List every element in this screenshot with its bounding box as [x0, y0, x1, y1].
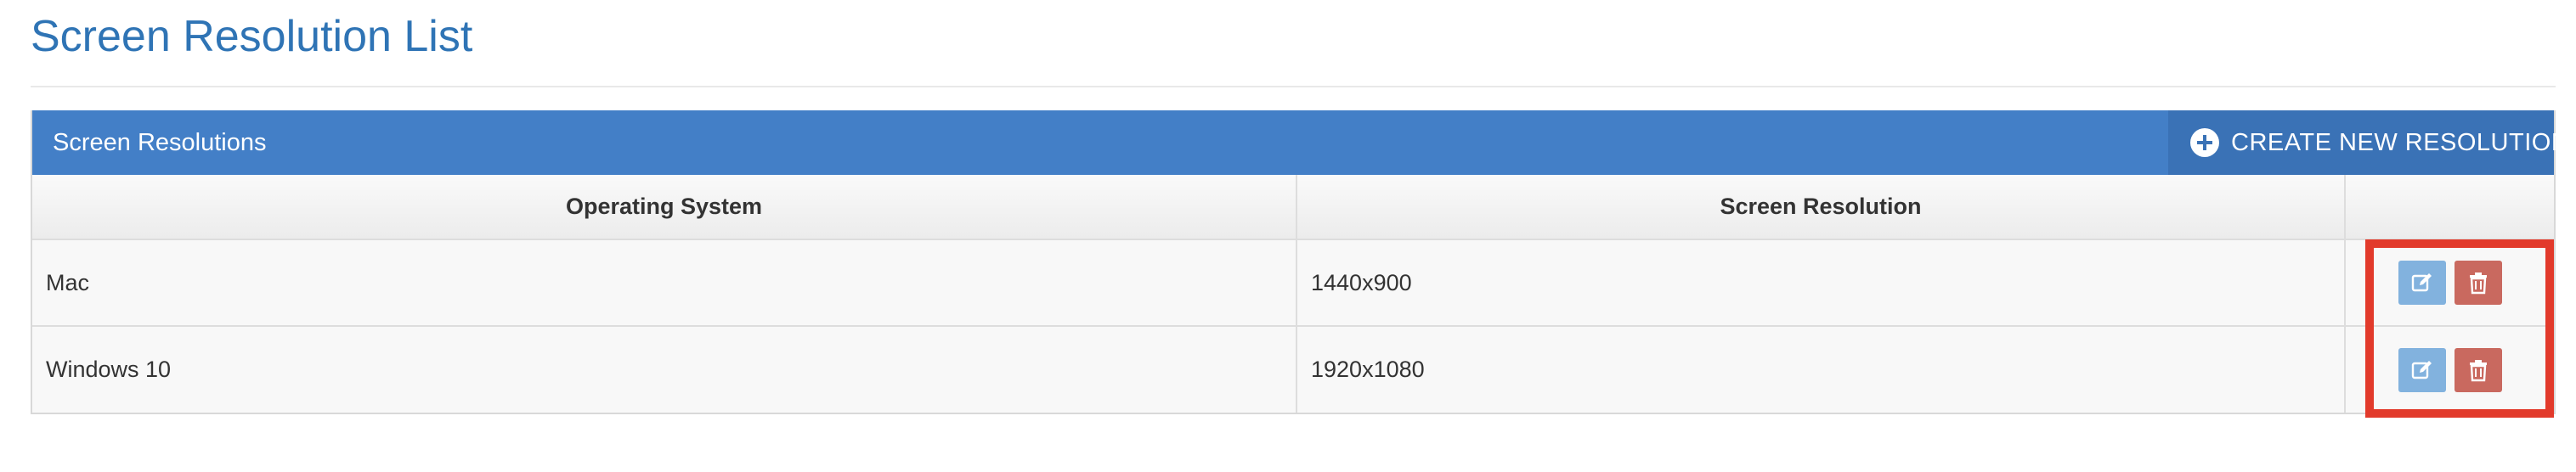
resolutions-table: Operating System Screen Resolution Mac 1… [32, 175, 2554, 413]
create-new-resolution-button[interactable]: CREATE NEW RESOLUTION [2168, 110, 2569, 175]
plus-circle-icon [2190, 128, 2219, 157]
edit-button[interactable] [2398, 347, 2446, 392]
cell-os: Windows 10 [32, 326, 1297, 413]
column-header-resolution[interactable]: Screen Resolution [1296, 175, 2346, 240]
column-header-actions [2345, 175, 2554, 240]
trash-icon [2470, 273, 2487, 295]
table-row: Mac 1440x900 [32, 239, 2554, 327]
column-header-os[interactable]: Operating System [32, 175, 1297, 240]
delete-button[interactable] [2455, 261, 2502, 305]
create-button-label: CREATE NEW RESOLUTION [2231, 128, 2570, 156]
cell-actions [2345, 239, 2554, 327]
panel-heading: Screen Resolutions CREATE NEW RESOLUTION [32, 110, 2569, 175]
page: Screen Resolution List Screen Resolution… [0, 0, 2576, 472]
row-actions [2346, 261, 2554, 305]
cell-resolution: 1920x1080 [1296, 326, 2346, 413]
edit-icon [2411, 360, 2432, 379]
table-header-row: Operating System Screen Resolution [32, 175, 2554, 240]
edit-button[interactable] [2398, 261, 2446, 305]
edit-icon [2411, 273, 2432, 292]
cell-resolution: 1440x900 [1296, 239, 2346, 327]
page-title: Screen Resolution List [31, 12, 473, 61]
panel-title: Screen Resolutions [53, 128, 267, 156]
title-divider [31, 86, 2556, 87]
resolutions-panel: Screen Resolutions CREATE NEW RESOLUTION… [31, 110, 2569, 414]
cell-os: Mac [32, 239, 1297, 327]
trash-icon [2470, 359, 2487, 381]
row-actions [2346, 347, 2554, 392]
delete-button[interactable] [2455, 347, 2502, 392]
cell-actions [2345, 326, 2554, 413]
table-row: Windows 10 1920x1080 [32, 326, 2554, 413]
